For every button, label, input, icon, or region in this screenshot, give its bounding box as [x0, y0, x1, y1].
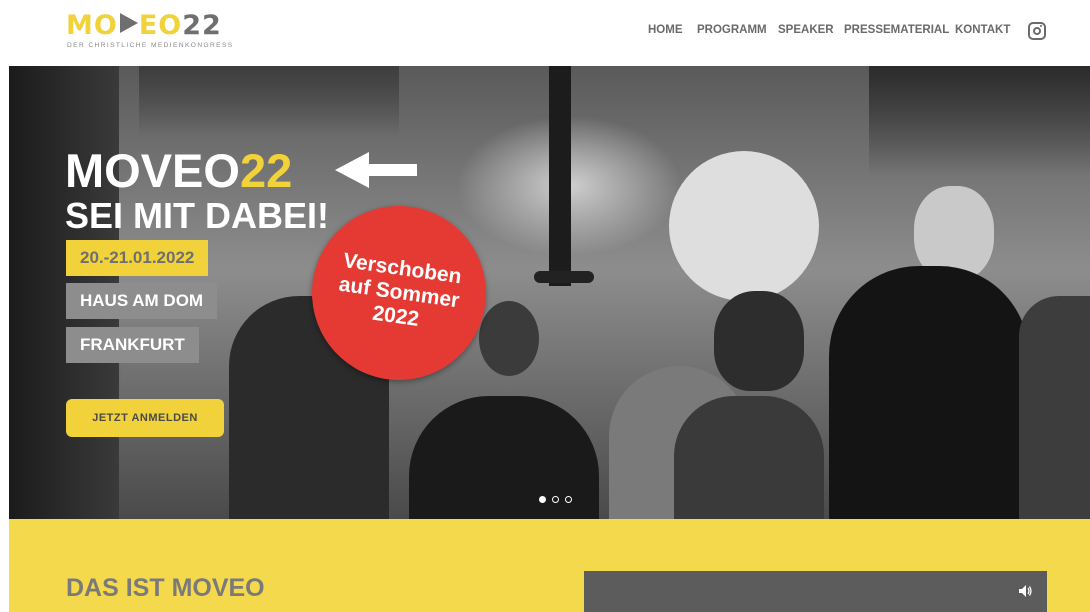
- photo-pillar: [549, 66, 571, 286]
- nav-item-kontakt[interactable]: KONTAKT: [955, 24, 1010, 36]
- event-date: 20.-21.01.2022: [66, 240, 209, 276]
- logo-part-2: EO: [138, 10, 183, 41]
- photo-crowd-top: [139, 66, 399, 136]
- site-header: MO EO22 DER CHRISTLICHE MEDIENKONGRESS HO…: [0, 0, 1090, 66]
- nav-item-speaker[interactable]: SPEAKER: [778, 24, 834, 36]
- event-city: FRANKFURT: [66, 327, 199, 363]
- hero-subtitle: SEI MIT DABEI!: [65, 195, 330, 236]
- logo[interactable]: MO EO22 DER CHRISTLICHE MEDIENKONGRESS: [66, 12, 236, 54]
- nav-item-home[interactable]: HOME: [648, 24, 683, 36]
- instagram-icon[interactable]: [1028, 22, 1046, 40]
- logo-tagline: DER CHRISTLICHE MEDIENKONGRESS: [67, 42, 234, 49]
- hero-title-main: MOVEO: [65, 144, 240, 197]
- photo-man-glasses-head: [714, 291, 804, 391]
- intro-section: DAS IST MOVEO: [9, 519, 1090, 612]
- photo-right-person: [1019, 296, 1090, 519]
- intro-heading: DAS IST MOVEO: [66, 574, 265, 602]
- logo-part-1: MO: [66, 10, 118, 41]
- hero-title: MOVEO22: [65, 146, 292, 196]
- event-venue: HAUS AM DOM: [66, 283, 218, 319]
- photo-crowd-back: [869, 66, 1090, 176]
- volume-icon[interactable]: [1019, 585, 1033, 597]
- play-triangle-icon: [119, 13, 138, 33]
- photo-table-cloth: [669, 151, 819, 301]
- hero-title-accent: 22: [239, 144, 293, 197]
- logo-part-3: 22: [182, 10, 222, 41]
- nav-item-programm[interactable]: PROGRAMM: [697, 24, 767, 36]
- photo-woman-center-head: [479, 301, 539, 376]
- slider-dot-1[interactable]: [539, 496, 546, 503]
- photo-young-man: [829, 266, 1029, 519]
- hero-slider: MOVEO22 SEI MIT DABEI! 20.-21.01.2022 HA…: [9, 66, 1090, 519]
- register-button[interactable]: JETZT ANMELDEN: [66, 399, 224, 437]
- arrow-left-icon: [335, 152, 417, 188]
- badge-line-3: 2022: [370, 301, 421, 331]
- video-player[interactable]: [584, 571, 1047, 612]
- slider-dot-3[interactable]: [565, 496, 572, 503]
- photo-man-glasses: [674, 396, 824, 519]
- logo-wordmark: MO EO22: [66, 12, 222, 40]
- slider-dot-2[interactable]: [552, 496, 559, 503]
- photo-pillar-base: [534, 271, 594, 283]
- nav-item-pressematerial[interactable]: PRESSEMATERIAL: [844, 24, 949, 36]
